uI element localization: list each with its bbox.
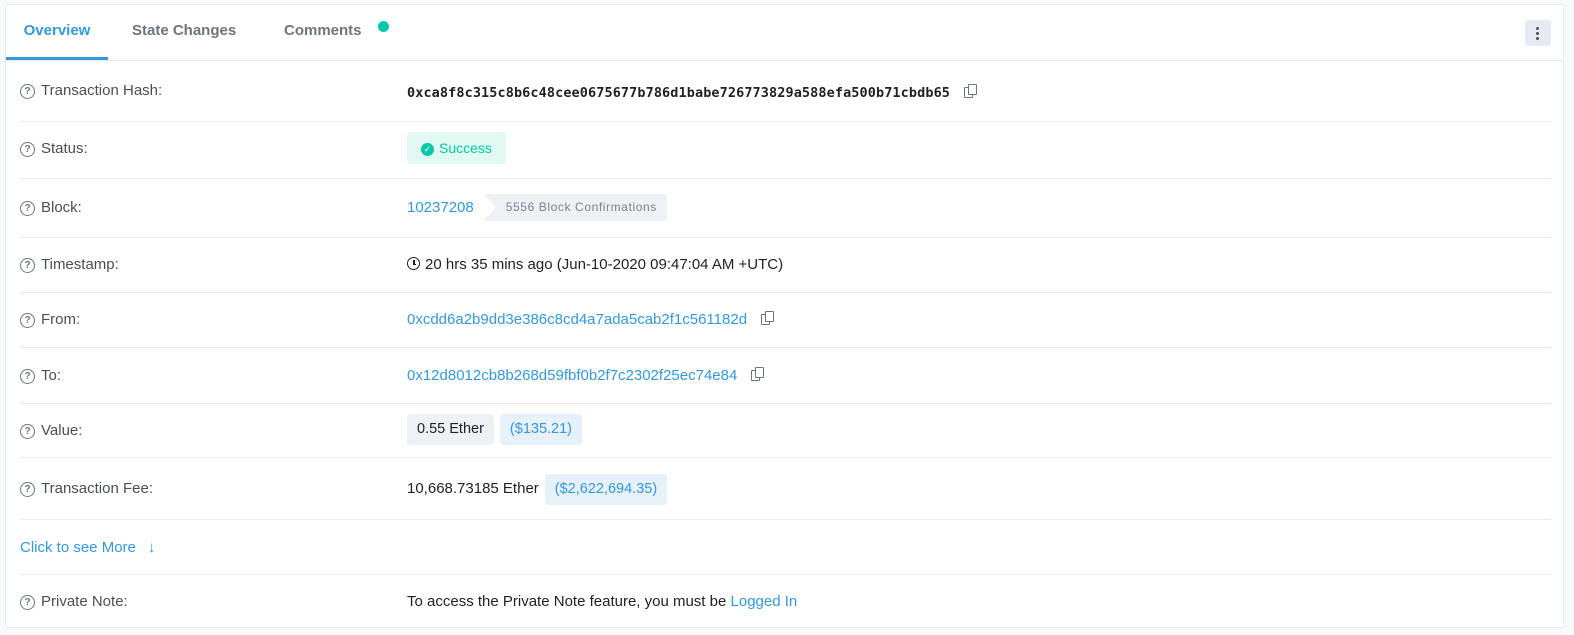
question-circle-icon[interactable]: ? bbox=[20, 369, 35, 384]
arrow-down-icon: ↓ bbox=[147, 539, 156, 556]
comments-notification-dot bbox=[378, 21, 389, 32]
from-label: From: bbox=[41, 311, 81, 328]
row-status: ? Status: ✓ Success bbox=[20, 122, 1551, 179]
value-usd-badge: ($135.21) bbox=[499, 414, 582, 445]
row-from: ? From: 0xcdd6a2b9dd3e386c8cd4a7ada5cab2f… bbox=[20, 293, 1551, 348]
question-circle-icon[interactable]: ? bbox=[20, 313, 35, 328]
question-circle-icon[interactable]: ? bbox=[20, 201, 35, 216]
clock-icon bbox=[407, 257, 420, 270]
row-transaction-fee: ? Transaction Fee: 10,668.73185 Ether ($2,… bbox=[20, 458, 1551, 520]
tab-bar: Overview State Changes Comments bbox=[6, 5, 1563, 61]
private-note-label: Private Note: bbox=[41, 593, 128, 610]
question-circle-icon[interactable]: ? bbox=[20, 482, 35, 497]
block-confirmations-badge: 5556 Block Confirmations bbox=[483, 194, 667, 221]
copy-icon[interactable] bbox=[751, 367, 765, 382]
question-circle-icon[interactable]: ? bbox=[20, 424, 35, 439]
row-private-note: ? Private Note: To access the Private Not… bbox=[20, 575, 1551, 627]
value-label: Value: bbox=[41, 422, 83, 439]
timestamp-value: 20 hrs 35 mins ago (Jun-10-2020 09:47:04… bbox=[425, 256, 784, 273]
row-to: ? To: 0x12d8012cb8b268d59fbf0b2f7c2302f25… bbox=[20, 348, 1551, 404]
private-note-text: To access the Private Note feature, you … bbox=[407, 593, 727, 610]
transaction-hash-label: Transaction Hash: bbox=[41, 82, 163, 99]
row-timestamp: ? Timestamp: 20 hrs 35 mins ago (Jun-10-2… bbox=[20, 238, 1551, 293]
to-label: To: bbox=[41, 367, 62, 384]
from-address-link[interactable]: 0xcdd6a2b9dd3e386c8cd4a7ada5cab2f1c56118… bbox=[407, 311, 747, 328]
tab-comments[interactable]: Comments bbox=[284, 5, 362, 60]
value-ether-badge: 0.55 Ether bbox=[407, 414, 494, 445]
transaction-fee-value: 10,668.73185 Ether bbox=[407, 480, 539, 497]
copy-icon[interactable] bbox=[761, 311, 775, 326]
tab-state-changes[interactable]: State Changes bbox=[132, 5, 236, 60]
block-label: Block: bbox=[41, 199, 82, 216]
timestamp-label: Timestamp: bbox=[41, 256, 119, 273]
more-options-button[interactable] bbox=[1525, 20, 1551, 46]
row-block: ? Block: 10237208 5556 Block Confirmations bbox=[20, 179, 1551, 238]
block-number-link[interactable]: 10237208 bbox=[407, 199, 474, 216]
transaction-card: Overview State Changes Comments ? Transac… bbox=[5, 4, 1564, 628]
question-circle-icon[interactable]: ? bbox=[20, 258, 35, 273]
to-address-link[interactable]: 0x12d8012cb8b268d59fbf0b2f7c2302f25ec74e… bbox=[407, 367, 737, 384]
row-transaction-hash: ? Transaction Hash: 0xca8f8c315c8b6c48cee… bbox=[20, 62, 1551, 122]
see-more-link[interactable]: Click to see More ↓ bbox=[20, 539, 155, 556]
question-circle-icon[interactable]: ? bbox=[20, 84, 35, 99]
status-badge: ✓ Success bbox=[407, 132, 506, 164]
question-circle-icon[interactable]: ? bbox=[20, 595, 35, 610]
status-label: Status: bbox=[41, 140, 88, 157]
tab-overview[interactable]: Overview bbox=[6, 5, 108, 60]
question-circle-icon[interactable]: ? bbox=[20, 142, 35, 157]
transaction-fee-usd-badge: ($2,622,694.35) bbox=[544, 474, 668, 505]
transaction-fee-label: Transaction Fee: bbox=[41, 480, 153, 497]
transaction-hash-value: 0xca8f8c315c8b6c48cee0675677b786d1babe72… bbox=[407, 85, 951, 101]
copy-icon[interactable] bbox=[964, 84, 978, 99]
logged-in-link[interactable]: Logged In bbox=[731, 593, 798, 610]
check-circle-icon: ✓ bbox=[421, 143, 434, 156]
row-value: ? Value: 0.55 Ether ($135.21) bbox=[20, 404, 1551, 458]
row-see-more: Click to see More ↓ bbox=[20, 520, 1551, 575]
